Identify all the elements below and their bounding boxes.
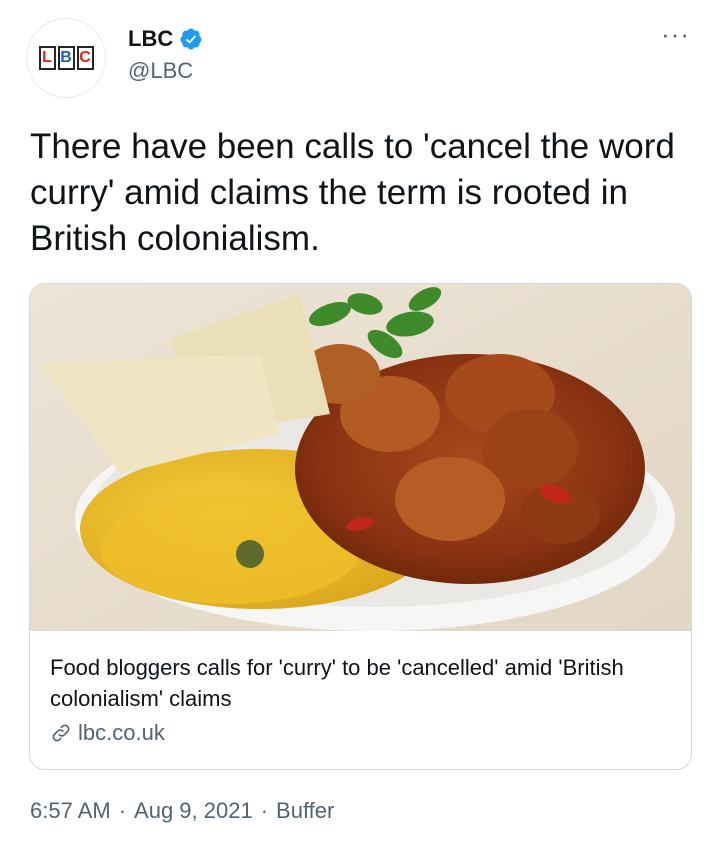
meta-separator: · [260, 798, 269, 823]
logo-letter-b: B [57, 46, 75, 70]
logo-letter-c: C [76, 46, 94, 70]
author-handle[interactable]: @LBC [128, 58, 193, 84]
tweet-meta: 6:57 AM · Aug 9, 2021 · Buffer [30, 798, 334, 824]
card-body: Food bloggers calls for 'curry' to be 'c… [50, 652, 670, 746]
tweet-source[interactable]: Buffer [276, 798, 334, 824]
logo-letter-l: L [38, 46, 56, 70]
meta-separator: · [118, 798, 127, 823]
link-icon [52, 724, 70, 742]
tweet-date[interactable]: Aug 9, 2021 [134, 798, 253, 824]
link-card[interactable]: Food bloggers calls for 'curry' to be 'c… [29, 283, 692, 770]
lbc-logo: L B C [38, 46, 94, 70]
verified-badge-icon [180, 28, 202, 50]
author-name-row[interactable]: LBC [128, 26, 203, 52]
tweet-time[interactable]: 6:57 AM [30, 798, 111, 824]
card-domain: lbc.co.uk [78, 720, 165, 745]
card-domain-row: lbc.co.uk [50, 720, 670, 746]
card-title[interactable]: Food bloggers calls for 'curry' to be 'c… [50, 652, 670, 714]
tweet-text: There have been calls to 'cancel the wor… [30, 127, 675, 258]
author-name[interactable]: LBC [128, 26, 173, 52]
avatar[interactable]: L B C [26, 18, 106, 98]
more-options-icon[interactable]: ··· [661, 21, 690, 47]
card-image-curry [30, 284, 691, 631]
